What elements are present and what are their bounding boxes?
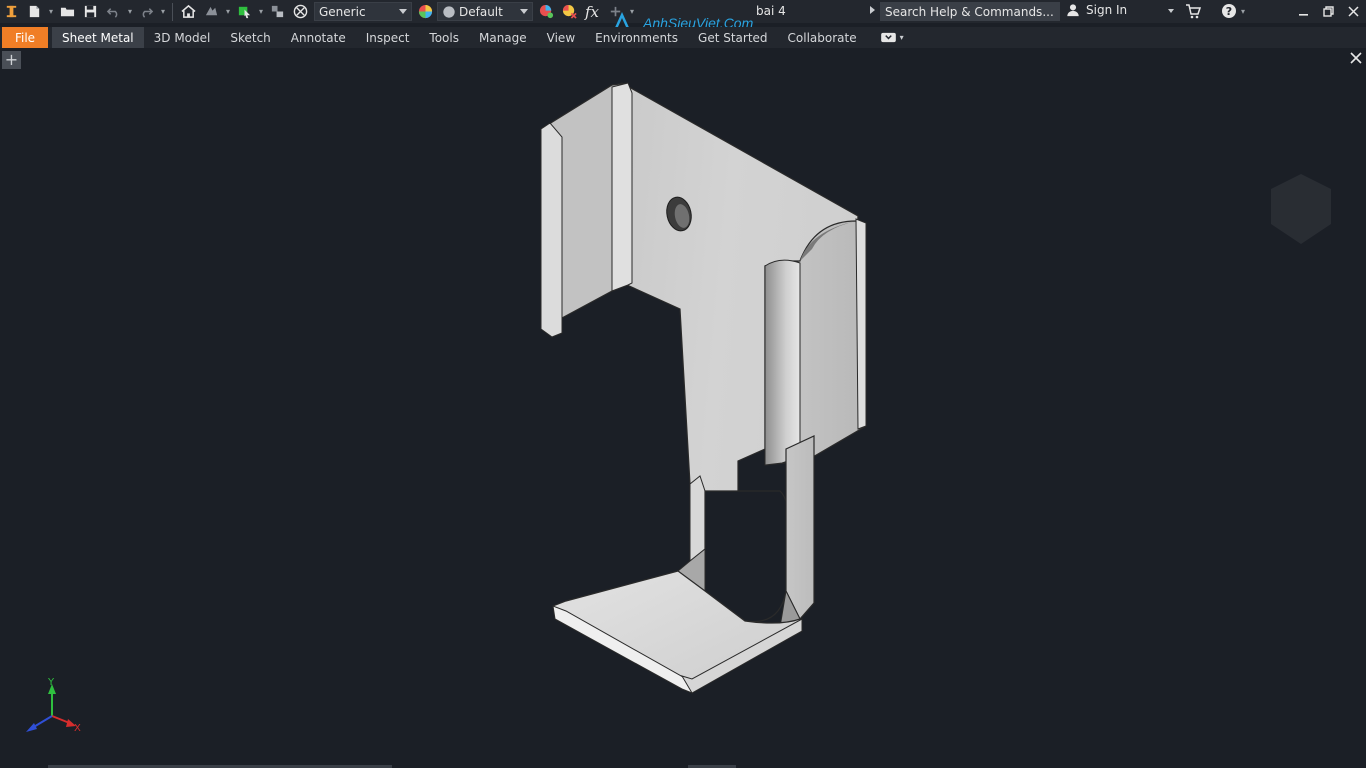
undo-dropdown-icon[interactable]: ▾ xyxy=(125,1,135,23)
search-placeholder: Search Help & Commands... xyxy=(885,4,1054,19)
appearance-dropdown-value: Generic xyxy=(319,4,366,19)
tab-annotate[interactable]: Annotate xyxy=(281,27,356,48)
chevron-down-icon xyxy=(520,9,528,14)
parameters-fx-icon[interactable]: fx xyxy=(581,1,603,23)
close-view-button[interactable] xyxy=(1350,52,1362,67)
tab-view[interactable]: View xyxy=(537,27,585,48)
close-window-button[interactable] xyxy=(1341,0,1366,23)
ribbon-tab-bar: File Sheet Metal 3D Model Sketch Annotat… xyxy=(0,27,1366,48)
tab-file[interactable]: File xyxy=(2,27,48,48)
ribbon-options-dropdown-icon[interactable]: ▾ xyxy=(900,33,904,42)
material-dropdown-value: Default xyxy=(459,4,503,19)
help-icon: ? xyxy=(1222,4,1236,18)
help-button[interactable]: ? ▾ xyxy=(1221,3,1245,19)
tab-manage[interactable]: Manage xyxy=(469,27,537,48)
close-icon xyxy=(1350,52,1362,64)
new-file-icon[interactable] xyxy=(23,1,45,23)
sign-in-dropdown-icon[interactable] xyxy=(1168,9,1174,13)
update-icon[interactable] xyxy=(200,1,222,23)
appearance-override-icon[interactable] xyxy=(289,1,311,23)
ribbon-minimize-icon xyxy=(880,32,896,43)
clear-material-icon[interactable] xyxy=(558,1,580,23)
ribbon-display-toggle[interactable]: ▾ xyxy=(880,32,904,43)
tab-sheet-metal[interactable]: Sheet Metal xyxy=(52,27,144,48)
color-override-icon[interactable] xyxy=(414,1,436,23)
help-dropdown-icon[interactable]: ▾ xyxy=(1241,7,1245,16)
sign-in-label: Sign In xyxy=(1086,3,1128,17)
visibility-icon[interactable] xyxy=(266,1,288,23)
redo-dropdown-icon[interactable]: ▾ xyxy=(158,1,168,23)
inventor-logo-icon[interactable] xyxy=(0,1,22,23)
tab-3d-model[interactable]: 3D Model xyxy=(144,27,221,48)
material-dropdown[interactable]: Default xyxy=(437,2,533,21)
select-mode-icon[interactable] xyxy=(233,1,255,23)
document-bar: + xyxy=(0,48,1366,71)
open-folder-icon[interactable] xyxy=(56,1,78,23)
graphics-viewport[interactable]: Y X xyxy=(0,71,1366,768)
minimize-button[interactable] xyxy=(1291,0,1316,23)
new-document-tab-button[interactable]: + xyxy=(2,51,21,69)
title-bar: ▾ ▾ ▾ ▾ ▾ Generic Default fx ▾ AnhSieuVi… xyxy=(0,0,1366,37)
y-axis-label: Y xyxy=(47,678,55,688)
restore-button[interactable] xyxy=(1316,0,1341,23)
sheet-metal-part-model[interactable] xyxy=(0,71,1366,768)
chevron-down-icon xyxy=(399,9,407,14)
tab-tools[interactable]: Tools xyxy=(419,27,469,48)
tab-sketch[interactable]: Sketch xyxy=(220,27,280,48)
save-icon[interactable] xyxy=(79,1,101,23)
x-axis-label: X xyxy=(74,723,81,734)
close-icon xyxy=(1348,6,1359,17)
viewcube[interactable] xyxy=(1266,169,1336,249)
undo-icon[interactable] xyxy=(102,1,124,23)
new-file-dropdown-icon[interactable]: ▾ xyxy=(46,1,56,23)
search-expand-icon[interactable] xyxy=(870,6,875,14)
toolbar-separator xyxy=(172,2,173,21)
appearance-dropdown[interactable]: Generic xyxy=(314,2,412,21)
home-icon[interactable] xyxy=(177,1,199,23)
quick-access-toolbar: ▾ ▾ ▾ ▾ ▾ Generic Default fx ▾ xyxy=(0,0,637,23)
tab-get-started[interactable]: Get Started xyxy=(688,27,778,48)
restore-icon xyxy=(1323,6,1334,17)
z-axis-arrow xyxy=(26,723,37,732)
adjust-material-icon[interactable] xyxy=(535,1,557,23)
redo-icon[interactable] xyxy=(135,1,157,23)
sign-in-button[interactable]: Sign In xyxy=(1066,3,1127,17)
right-bend-face xyxy=(764,259,801,466)
select-mode-dropdown-icon[interactable]: ▾ xyxy=(256,1,266,23)
stem-right-face xyxy=(785,435,815,621)
fx-label: fx xyxy=(584,2,599,21)
window-controls xyxy=(1291,0,1366,23)
tab-environments[interactable]: Environments xyxy=(585,27,688,48)
right-flange-edge xyxy=(855,218,867,430)
tab-inspect[interactable]: Inspect xyxy=(356,27,420,48)
material-sphere-icon xyxy=(443,5,455,18)
document-title: bai 4 xyxy=(756,4,786,18)
viewcube-icon xyxy=(1271,174,1331,244)
tab-collaborate[interactable]: Collaborate xyxy=(778,27,867,48)
cart-icon[interactable] xyxy=(1185,3,1202,22)
left-flange-edge xyxy=(540,122,563,338)
svg-text:?: ? xyxy=(1226,5,1232,18)
update-dropdown-icon[interactable]: ▾ xyxy=(223,1,233,23)
left-bend-face xyxy=(611,82,633,292)
search-input[interactable]: Search Help & Commands... xyxy=(880,2,1060,21)
axis-triad: Y X xyxy=(26,678,81,734)
minimize-icon xyxy=(1299,14,1308,16)
user-icon xyxy=(1067,4,1079,17)
stem-left-edge xyxy=(689,475,706,563)
